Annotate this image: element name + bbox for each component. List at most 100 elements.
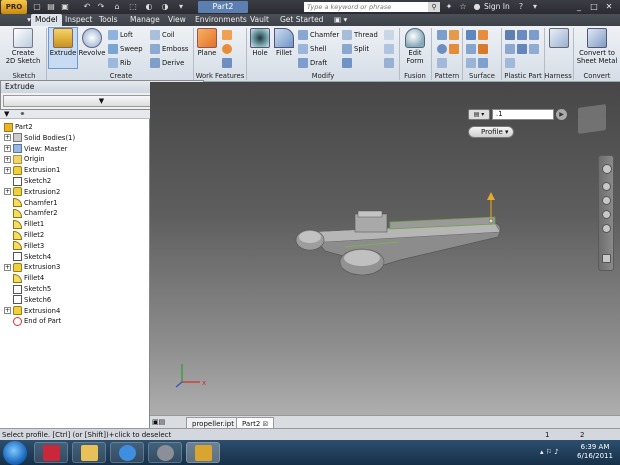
grill-button[interactable] (505, 29, 541, 42)
tree-item[interactable]: Fillet1 (0, 219, 44, 230)
apply-arrow-icon[interactable]: ▶ (556, 109, 567, 120)
shell-button[interactable]: Shell (298, 43, 327, 56)
tab-inspect[interactable]: Inspect (61, 14, 96, 26)
derive-button[interactable]: Derive (150, 57, 184, 70)
graphics-viewport[interactable]: x ▤ ▾ .1 ▶ Profile ▾ (150, 82, 620, 415)
close-icon[interactable]: ✕ (602, 1, 616, 12)
tab-close-icon[interactable]: ⊠ (263, 420, 269, 428)
thread-button[interactable]: Thread (342, 29, 378, 42)
save-icon[interactable]: ▣ (60, 2, 70, 12)
tree-item[interactable]: Sketch6 (0, 295, 51, 306)
viewcube[interactable] (578, 104, 606, 134)
orbit-icon[interactable] (602, 210, 611, 219)
expand-toggle-icon[interactable]: + (4, 166, 11, 174)
split-button[interactable]: Split (342, 43, 369, 56)
maximize-icon[interactable]: □ (587, 1, 601, 12)
material-icon[interactable]: ◐ (144, 2, 154, 12)
point-button[interactable] (222, 43, 234, 56)
system-tray-icons[interactable]: ▴ ⚐ ♪ (540, 448, 570, 458)
tree-item[interactable]: Chamfer2 (0, 208, 58, 219)
rectangular-pattern-button[interactable] (437, 29, 461, 42)
draft-button[interactable]: Draft (298, 57, 327, 70)
communication-icon[interactable]: ☆ (458, 2, 468, 12)
ucs-button[interactable] (222, 57, 234, 70)
tree-item[interactable]: Sketch2 (0, 176, 51, 187)
expand-toggle-icon[interactable]: + (4, 145, 11, 153)
appearance-icon[interactable]: ◑ (160, 2, 170, 12)
expand-toggle-icon[interactable]: + (4, 307, 11, 315)
tab-model[interactable]: Model (31, 14, 62, 26)
extrude-button[interactable]: Extrude (48, 27, 78, 69)
convert-to-sheet-metal-button[interactable]: Convert to Sheet Metal (576, 28, 618, 65)
patch-button[interactable] (466, 43, 490, 56)
tree-item[interactable]: Fillet4 (0, 273, 44, 284)
taskbar-explorer[interactable] (72, 442, 106, 463)
user-icon[interactable]: ● (472, 2, 482, 12)
coil-button[interactable]: Coil (150, 29, 175, 42)
hole-button[interactable]: Hole (249, 28, 271, 57)
tree-item[interactable]: + Extrusion2 (0, 187, 60, 198)
plastic-more-button[interactable] (505, 57, 517, 70)
new-file-icon[interactable]: ▢ (32, 2, 42, 12)
start-button[interactable] (3, 441, 27, 465)
circular-pattern-button[interactable] (437, 43, 461, 56)
tree-item[interactable]: Fillet2 (0, 230, 44, 241)
expand-toggle-icon[interactable]: + (4, 155, 11, 163)
minimize-icon[interactable]: _ (572, 1, 586, 12)
plane-button[interactable]: Plane (196, 28, 218, 57)
distance-mode-button[interactable]: ▤ ▾ (468, 109, 490, 120)
taskbar-app-4[interactable] (148, 442, 182, 463)
create-2d-sketch-button[interactable]: Create 2D Sketch (4, 28, 42, 65)
tree-item[interactable]: Sketch4 (0, 252, 51, 263)
select-icon[interactable]: ⬚ (128, 2, 138, 12)
look-at-icon[interactable] (602, 224, 611, 233)
tab-get-started[interactable]: Get Started (276, 14, 327, 26)
emboss-button[interactable]: Emboss (150, 43, 188, 56)
expand-toggle-icon[interactable]: + (4, 134, 11, 142)
snap-fit-button[interactable] (505, 43, 541, 56)
steering-wheel-icon[interactable] (602, 164, 612, 174)
tab-tools[interactable]: Tools (95, 14, 121, 26)
help-icon[interactable]: ? (516, 2, 526, 12)
customize-qat-icon[interactable]: ▾ (176, 2, 186, 12)
tree-item[interactable]: + View: Master (0, 144, 67, 155)
open-folder-icon[interactable]: ▤ (46, 2, 56, 12)
sweep-button[interactable]: Sweep (108, 43, 143, 56)
harness-button[interactable] (548, 28, 570, 49)
tab-environments[interactable]: Environments (191, 14, 251, 26)
tree-item[interactable]: + Extrusion4 (0, 306, 60, 317)
pan-icon[interactable] (602, 182, 611, 191)
taskbar-inventor[interactable] (186, 442, 220, 463)
tab-view[interactable]: View (164, 14, 190, 26)
tab-manage[interactable]: Manage (126, 14, 164, 26)
chamfer-button[interactable]: Chamfer (298, 29, 339, 42)
revolve-button[interactable]: Revolve (78, 28, 106, 57)
tree-item[interactable]: + Solid Bodies(1) (0, 133, 75, 144)
combine-button[interactable] (342, 57, 354, 70)
tree-item[interactable]: + Extrusion1 (0, 165, 60, 176)
stitch-button[interactable] (466, 29, 490, 42)
home-icon[interactable]: ⌂ (112, 2, 122, 12)
rib-button[interactable]: Rib (108, 57, 131, 70)
expand-toggle-icon[interactable]: + (4, 263, 11, 271)
app-menu-button[interactable]: PRO (1, 0, 27, 14)
expand-toggle-icon[interactable]: + (4, 188, 11, 196)
thicken-button[interactable] (466, 57, 490, 70)
axis-button[interactable] (222, 29, 234, 42)
move-face-button[interactable] (384, 29, 396, 42)
copy-object-button[interactable] (384, 43, 396, 56)
help-dropdown-icon[interactable]: ▾ (530, 2, 540, 12)
search-icon[interactable]: ⚲ (428, 2, 440, 12)
taskbar-internet-explorer[interactable] (110, 442, 144, 463)
tree-item[interactable]: Sketch5 (0, 284, 51, 295)
tray-clock[interactable]: 6:39 AM 6/16/2011 (573, 443, 617, 461)
help-search-input[interactable]: Type a keyword or phrase (304, 2, 428, 12)
ribbon-options-icon[interactable]: ▣ ▾ (330, 14, 351, 26)
binoculars-icon[interactable]: ⚭ (20, 110, 26, 118)
tree-item[interactable]: Chamfer1 (0, 198, 58, 209)
tree-item[interactable]: Part2 (0, 122, 33, 133)
tab-vault[interactable]: Vault (246, 14, 273, 26)
zoom-icon[interactable] (602, 196, 611, 205)
tile-windows-icon[interactable]: ▣▤ (152, 418, 174, 427)
sign-in-link[interactable]: Sign In (484, 2, 510, 12)
